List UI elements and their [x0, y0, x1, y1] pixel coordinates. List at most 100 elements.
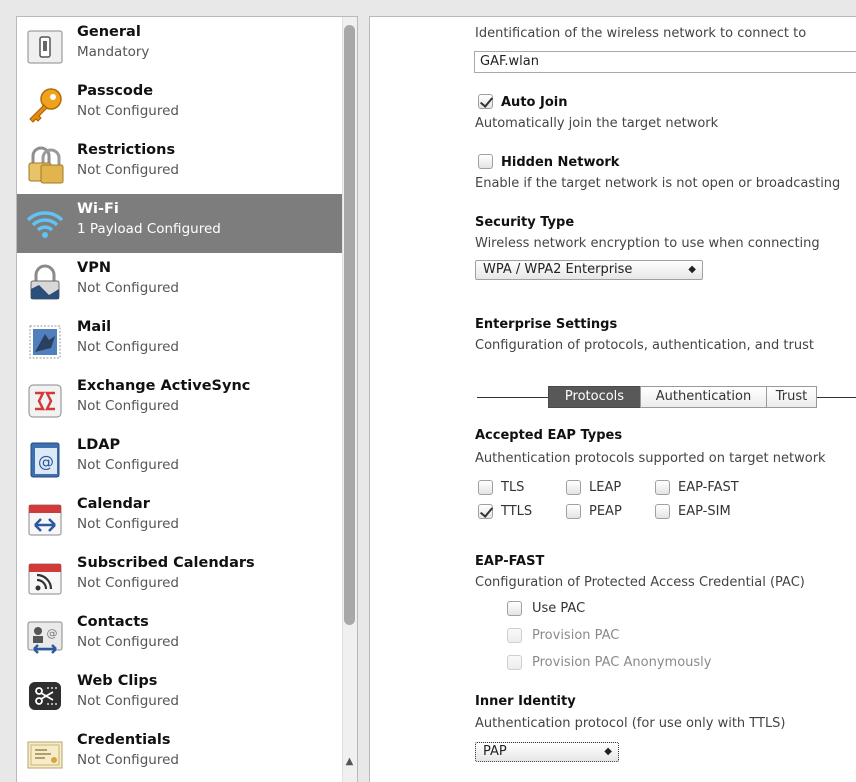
eap-ttls-checkbox[interactable] — [478, 504, 493, 519]
use-pac-label: Use PAC — [532, 601, 586, 616]
security-type-label: Security Type — [475, 215, 575, 230]
ssid-field[interactable]: GAF.wlan — [474, 51, 856, 73]
eap-sim-checkbox[interactable] — [655, 504, 670, 519]
inner-identity-label: Inner Identity — [475, 694, 576, 709]
sidebar-item-restrictions[interactable]: Restrictions Not Configured — [17, 135, 344, 194]
sidebar-item-subtitle: Not Configured — [77, 634, 179, 650]
sidebar-item-subtitle: Not Configured — [77, 752, 179, 768]
eap-peap-label: PEAP — [589, 504, 622, 519]
sidebar-item-title: Contacts — [77, 614, 149, 630]
general-icon — [25, 27, 65, 67]
hidden-network-label: Hidden Network — [501, 155, 620, 170]
payload-sidebar: General Mandatory Passcode Not Configure… — [16, 16, 358, 782]
certificate-icon — [25, 735, 65, 775]
eap-tls-checkbox[interactable] — [478, 480, 493, 495]
hidden-network-description: Enable if the target network is not open… — [475, 176, 841, 191]
segment-divider-left — [477, 397, 548, 398]
enterprise-settings-description: Configuration of protocols, authenticati… — [475, 338, 814, 353]
sidebar-item-calendar[interactable]: Calendar Not Configured — [17, 489, 344, 548]
vpn-lock-icon — [25, 263, 65, 303]
contacts-icon: @ — [25, 617, 65, 657]
sidebar-item-subtitle: Not Configured — [77, 516, 179, 532]
sidebar-item-subtitle: Not Configured — [77, 693, 179, 709]
sidebar-item-title: Passcode — [77, 83, 154, 99]
sidebar-item-subscribed-calendars[interactable]: Subscribed Calendars Not Configured — [17, 548, 344, 607]
sidebar-item-title: Restrictions — [77, 142, 176, 158]
sidebar-item-subtitle: Not Configured — [77, 398, 179, 414]
sidebar-item-title: Subscribed Calendars — [77, 555, 255, 571]
inner-identity-select[interactable]: PAP ◆ — [475, 742, 619, 762]
sidebar-item-vpn[interactable]: VPN Not Configured — [17, 253, 344, 312]
auto-join-description: Automatically join the target network — [475, 116, 719, 131]
sidebar-item-exchange[interactable]: Exchange ActiveSync Not Configured — [17, 371, 344, 430]
sidebar-item-subtitle: Not Configured — [77, 457, 179, 473]
sidebar-item-subtitle: Mandatory — [77, 44, 150, 60]
provision-pac-checkbox[interactable] — [507, 628, 522, 643]
enterprise-settings-label: Enterprise Settings — [475, 317, 618, 332]
select-arrows-icon: ◆ — [604, 746, 612, 757]
security-type-description: Wireless network encryption to use when … — [475, 236, 820, 251]
sidebar-item-title: Mail — [77, 319, 112, 335]
sidebar-item-subtitle: 1 Payload Configured — [77, 221, 221, 237]
security-type-select[interactable]: WPA / WPA2 Enterprise ◆ — [475, 260, 703, 280]
subscribed-calendar-icon — [25, 558, 65, 598]
ldap-at-icon: @ — [25, 440, 65, 480]
sidebar-item-mail[interactable]: Mail Not Configured — [17, 312, 344, 371]
sidebar-scroll-thumb[interactable] — [344, 25, 355, 625]
provision-pac-anonymously-label: Provision PAC Anonymously — [532, 655, 712, 670]
use-pac-checkbox[interactable] — [507, 601, 522, 616]
sidebar-item-subtitle: Not Configured — [77, 339, 179, 355]
web-clips-icon — [25, 676, 65, 716]
sidebar-item-subtitle: Not Configured — [77, 575, 179, 591]
provision-pac-anonymously-checkbox[interactable] — [507, 655, 522, 670]
sidebar-item-title: LDAP — [77, 437, 121, 453]
eap-leap-checkbox[interactable] — [566, 480, 581, 495]
key-icon — [25, 86, 65, 126]
sidebar-item-general[interactable]: General Mandatory — [17, 17, 344, 76]
sidebar-item-title: Wi-Fi — [77, 201, 119, 217]
tab-protocols[interactable]: Protocols — [548, 386, 641, 408]
sidebar-item-title: General — [77, 24, 141, 40]
eap-types-label: Accepted EAP Types — [475, 428, 623, 443]
ssid-description: Identification of the wireless network t… — [475, 26, 807, 41]
sidebar-scrollbar[interactable]: ▲ — [342, 17, 357, 782]
sidebar-item-subtitle: Not Configured — [77, 162, 179, 178]
eap-peap-checkbox[interactable] — [566, 504, 581, 519]
inner-identity-description: Authentication protocol (for use only wi… — [475, 716, 786, 731]
wifi-icon — [25, 204, 65, 244]
sidebar-item-title: Exchange ActiveSync — [77, 378, 251, 394]
tab-authentication[interactable]: Authentication — [640, 386, 767, 408]
eap-tls-label: TLS — [501, 480, 525, 495]
tab-trust[interactable]: Trust — [766, 386, 817, 408]
sidebar-item-ldap[interactable]: @ LDAP Not Configured — [17, 430, 344, 489]
sidebar-item-passcode[interactable]: Passcode Not Configured — [17, 76, 344, 135]
svg-text:@: @ — [47, 627, 58, 640]
sidebar-item-title: Web Clips — [77, 673, 158, 689]
wifi-settings-panel: Identification of the wireless network t… — [369, 16, 856, 782]
hidden-network-checkbox[interactable] — [478, 154, 493, 169]
provision-pac-label: Provision PAC — [532, 628, 620, 643]
eap-leap-label: LEAP — [589, 480, 622, 495]
svg-text:@: @ — [38, 452, 54, 471]
inner-identity-value: PAP — [483, 744, 507, 759]
auto-join-checkbox[interactable] — [478, 94, 493, 109]
eap-fast-section-label: EAP-FAST — [475, 554, 545, 569]
sidebar-item-web-clips[interactable]: Web Clips Not Configured — [17, 666, 344, 725]
calendar-icon — [25, 499, 65, 539]
mail-stamp-icon — [25, 322, 65, 362]
sidebar-item-title: Credentials — [77, 732, 171, 748]
sidebar-item-subtitle: Not Configured — [77, 280, 179, 296]
eap-fast-description: Configuration of Protected Access Creden… — [475, 575, 805, 590]
security-type-value: WPA / WPA2 Enterprise — [483, 262, 633, 277]
segment-divider-right — [817, 397, 856, 398]
eap-fast-checkbox[interactable] — [655, 480, 670, 495]
sidebar-item-subtitle: Not Configured — [77, 103, 179, 119]
sidebar-item-contacts[interactable]: @ Contacts Not Configured — [17, 607, 344, 666]
sidebar-item-credentials[interactable]: Credentials Not Configured — [17, 725, 344, 782]
eap-sim-label: EAP-SIM — [678, 504, 731, 519]
auto-join-label: Auto Join — [501, 95, 568, 110]
scroll-up-arrow-icon[interactable]: ▲ — [344, 755, 355, 769]
eap-ttls-label: TTLS — [501, 504, 533, 519]
sidebar-item-title: Calendar — [77, 496, 150, 512]
sidebar-item-wifi[interactable]: Wi-Fi 1 Payload Configured — [17, 194, 344, 253]
